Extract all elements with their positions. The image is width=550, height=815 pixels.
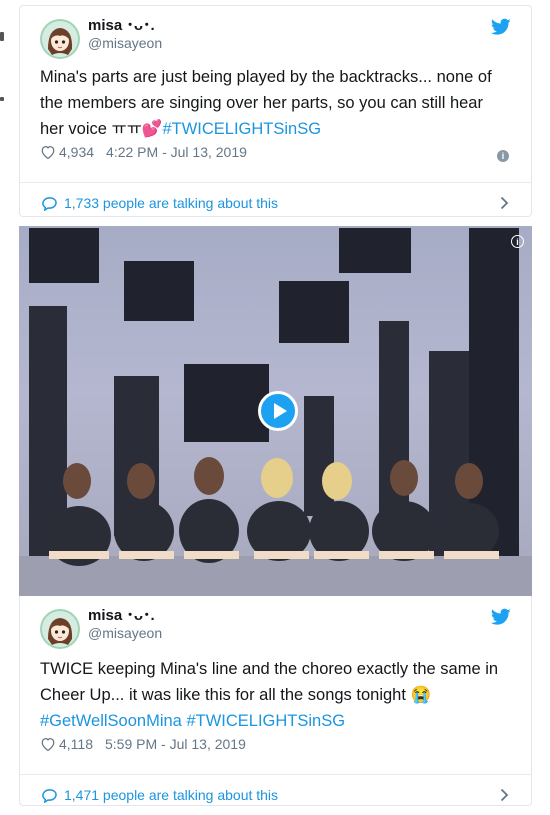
edge-mark	[0, 32, 4, 41]
avatar[interactable]	[40, 609, 80, 649]
like-count: 4,118	[59, 736, 93, 752]
edge-mark	[0, 97, 4, 101]
emoji: 💕	[141, 120, 163, 138]
tweet-card-1[interactable]: misa ･ᴗ･. @misayeon Mina's parts are jus…	[19, 5, 532, 217]
like-count: 4,934	[59, 144, 95, 160]
speech-bubble-icon	[42, 197, 57, 211]
speech-bubble-icon	[42, 789, 57, 803]
info-icon[interactable]: i	[497, 150, 509, 162]
tweet-meta: 4,118 5:59 PM - Jul 13, 2019	[20, 736, 531, 766]
twitter-bird-icon[interactable]	[491, 608, 511, 626]
info-icon[interactable]: i	[511, 235, 524, 248]
avatar[interactable]	[40, 19, 80, 59]
user-handle[interactable]: @misayeon	[88, 625, 162, 641]
heart-icon[interactable]	[40, 737, 56, 751]
timestamp[interactable]: 5:59 PM - Jul 13, 2019	[105, 736, 246, 752]
emoji: 😭	[410, 686, 432, 704]
tweet-text: Mina's parts are just being played by th…	[20, 64, 531, 142]
talking-count: 1,471 people are talking about this	[64, 787, 279, 803]
twitter-bird-icon[interactable]	[491, 18, 511, 36]
play-icon[interactable]	[258, 391, 298, 431]
talking-count: 1,733 people are talking about this	[64, 195, 279, 211]
tweet-text: TWICE keeping Mina's line and the choreo…	[20, 656, 531, 734]
tweet-meta: 4,934 4:22 PM - Jul 13, 2019 i	[20, 144, 531, 174]
hashtag-link[interactable]: #GetWellSoonMina #TWICELIGHTSinSG	[40, 712, 345, 730]
talking-about-link[interactable]: 1,733 people are talking about this	[20, 182, 531, 223]
display-name[interactable]: misa ･ᴗ･.	[88, 14, 155, 35]
display-name[interactable]: misa ･ᴗ･.	[88, 604, 155, 625]
user-handle[interactable]: @misayeon	[88, 35, 162, 51]
timestamp[interactable]: 4:22 PM - Jul 13, 2019	[106, 144, 247, 160]
tweet-header: misa ･ᴗ･. @misayeon	[20, 6, 531, 59]
chevron-right-icon	[500, 196, 509, 210]
tweet-card-2[interactable]: misa ･ᴗ･. @misayeon TWICE keeping Mina's…	[19, 596, 532, 806]
chevron-right-icon	[500, 788, 509, 802]
heart-icon[interactable]	[40, 145, 56, 159]
hashtag-link[interactable]: #TWICELIGHTSinSG	[162, 120, 321, 138]
tweet-header: misa ･ᴗ･. @misayeon	[20, 596, 531, 649]
